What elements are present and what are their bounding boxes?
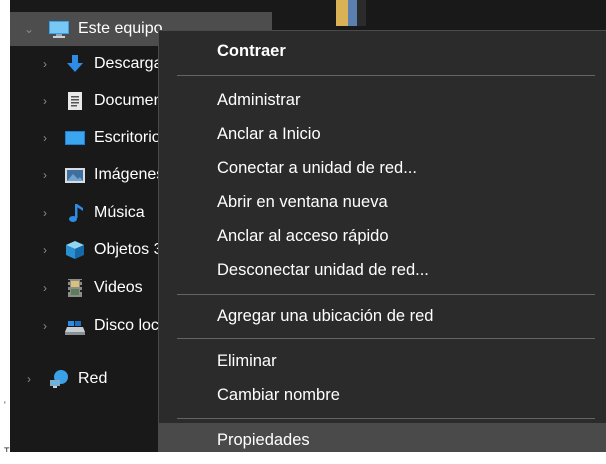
document-icon	[68, 92, 82, 110]
menu-item-anclar-inicio[interactable]: Anclar a Inicio	[159, 117, 606, 151]
network-icon	[50, 370, 68, 388]
menu-item-cambiar-nombre[interactable]: Cambiar nombre	[159, 378, 606, 412]
chevron-right-icon[interactable]: ›	[22, 372, 36, 386]
thumbnail-image	[336, 0, 366, 26]
tree-item-label: Imágenes	[94, 166, 165, 183]
tree-item-label: Red	[78, 370, 108, 387]
picture-icon	[65, 168, 85, 183]
cube-3d-icon	[66, 241, 84, 259]
film-icon	[68, 279, 82, 297]
chevron-right-icon[interactable]: ›	[38, 206, 52, 220]
chevron-right-icon[interactable]: ›	[38, 57, 52, 71]
menu-item-anclar-acceso-rapido[interactable]: Anclar al acceso rápido	[159, 219, 606, 253]
context-menu: Contraer Administrar Anclar a Inicio Con…	[158, 30, 606, 457]
menu-item-agregar-ubicacion-red[interactable]: Agregar una ubicación de red	[159, 299, 606, 333]
tree-item-label: Escritorio	[94, 129, 161, 146]
drive-icon	[65, 321, 85, 335]
monitor-icon	[49, 21, 69, 38]
menu-separator	[177, 338, 595, 339]
menu-separator	[177, 294, 595, 295]
margin-mark: '	[4, 400, 6, 410]
left-margin: ' T	[0, 0, 10, 464]
menu-item-conectar-unidad-red[interactable]: Conectar a unidad de red...	[159, 151, 606, 185]
menu-item-eliminar[interactable]: Eliminar	[159, 344, 606, 378]
menu-item-administrar[interactable]: Administrar	[159, 83, 606, 117]
menu-item-abrir-ventana-nueva[interactable]: Abrir en ventana nueva	[159, 185, 606, 219]
chevron-down-icon[interactable]: ⌄	[22, 22, 36, 36]
tree-item-label: Música	[94, 204, 145, 221]
menu-separator	[177, 418, 595, 419]
menu-item-contraer[interactable]: Contraer	[159, 34, 606, 68]
bottom-margin	[0, 452, 606, 464]
menu-separator	[177, 75, 595, 76]
chevron-right-icon[interactable]: ›	[38, 243, 52, 257]
chevron-right-icon[interactable]: ›	[38, 131, 52, 145]
chevron-right-icon[interactable]: ›	[38, 281, 52, 295]
chevron-right-icon[interactable]: ›	[38, 319, 52, 333]
chevron-right-icon[interactable]: ›	[38, 168, 52, 182]
tree-item-label: Este equipo	[78, 20, 163, 37]
menu-item-desconectar-unidad-red[interactable]: Desconectar unidad de red...	[159, 253, 606, 287]
tree-item-label: Videos	[94, 279, 143, 296]
chevron-right-icon[interactable]: ›	[38, 94, 52, 108]
music-note-icon	[69, 204, 83, 222]
download-arrow-icon	[67, 55, 83, 72]
desktop-icon	[65, 131, 85, 145]
